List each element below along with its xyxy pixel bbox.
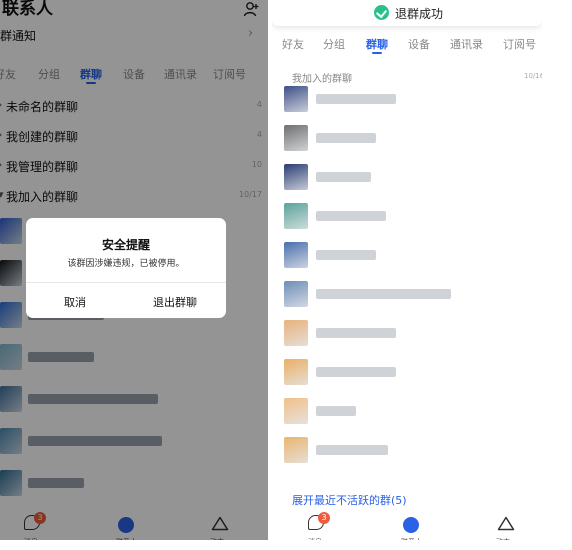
- tab-item[interactable]: 通讯录: [450, 36, 483, 52]
- chat-avatar: [284, 437, 308, 463]
- chat-avatar: [284, 86, 308, 112]
- nav-label: 消息: [308, 537, 322, 540]
- chat-row[interactable]: [272, 82, 542, 116]
- quit-group-button[interactable]: 退出群聊: [153, 294, 197, 310]
- chat-avatar: [284, 320, 308, 346]
- blurred-group-name: [316, 406, 356, 416]
- unread-badge: 3: [318, 512, 330, 524]
- chat-row[interactable]: [272, 433, 542, 467]
- blurred-group-name: [316, 289, 451, 299]
- blurred-group-name: [316, 211, 386, 221]
- chat-avatar: [284, 398, 308, 424]
- left-screen: 联系人 群通知 › 好友分组群聊设备通讯录订阅号 ›未命名的群聊4›我创建的群聊…: [0, 0, 268, 540]
- blurred-group-name: [316, 367, 396, 377]
- blurred-group-name: [316, 250, 376, 260]
- check-icon: [374, 5, 389, 20]
- chat-avatar: [284, 203, 308, 229]
- chat-avatar: [284, 359, 308, 385]
- nav-feed[interactable]: 动态: [494, 512, 518, 540]
- joined-groups-count: 10/16: [524, 72, 542, 80]
- blurred-group-name: [316, 172, 371, 182]
- blurred-group-name: [316, 94, 396, 104]
- toast-message: 退群成功: [395, 7, 444, 21]
- chat-avatar: [284, 164, 308, 190]
- right-screen: 好友 分组 群聊 设备 通讯录 订阅号 我加入的群聊 10/16 展开最近不活跃的群(5)…: [272, 0, 542, 540]
- nav-label: 联系人: [401, 537, 422, 540]
- cancel-button[interactable]: 取消: [64, 294, 86, 310]
- tab-item[interactable]: 订阅号: [503, 36, 536, 52]
- bottom-nav: 3 消息 联系人 动态: [272, 512, 540, 540]
- feed-icon: [497, 516, 515, 531]
- chat-row[interactable]: [272, 160, 542, 194]
- expand-inactive-groups-link[interactable]: 展开最近不活跃的群(5): [292, 492, 407, 508]
- dialog-message: 该群因涉嫌违规，已被停用。: [67, 259, 185, 269]
- chat-row[interactable]: [272, 355, 542, 389]
- chat-row[interactable]: [272, 238, 542, 272]
- chat-avatar: [284, 125, 308, 151]
- tab-item[interactable]: 好友: [282, 36, 304, 52]
- contacts-icon: [403, 517, 419, 533]
- blurred-group-name: [316, 328, 396, 338]
- chat-row[interactable]: [272, 394, 542, 428]
- dialog-title: 安全提醒: [101, 238, 150, 252]
- dialog-divider: [26, 282, 226, 283]
- nav-label: 动态: [496, 537, 510, 540]
- chat-row[interactable]: [272, 277, 542, 311]
- active-tab-indicator: [372, 52, 382, 54]
- blurred-group-name: [316, 133, 376, 143]
- tab-item[interactable]: 设备: [408, 36, 430, 52]
- chat-avatar: [284, 242, 308, 268]
- contact-tabs: 好友 分组 群聊 设备 通讯录 订阅号: [272, 36, 540, 56]
- tab-item[interactable]: 分组: [323, 36, 345, 52]
- chat-row[interactable]: [272, 121, 542, 155]
- chat-row[interactable]: [272, 199, 542, 233]
- nav-contacts[interactable]: 联系人: [399, 512, 423, 540]
- security-alert-dialog: 安全提醒 该群因涉嫌违规，已被停用。 取消 退出群聊: [26, 218, 226, 318]
- nav-messages[interactable]: 3 消息: [306, 512, 330, 540]
- chat-row[interactable]: [272, 316, 542, 350]
- blurred-group-name: [316, 445, 388, 455]
- tab-item[interactable]: 群聊: [366, 36, 388, 52]
- toast: 退群成功: [272, 0, 542, 26]
- chat-avatar: [284, 281, 308, 307]
